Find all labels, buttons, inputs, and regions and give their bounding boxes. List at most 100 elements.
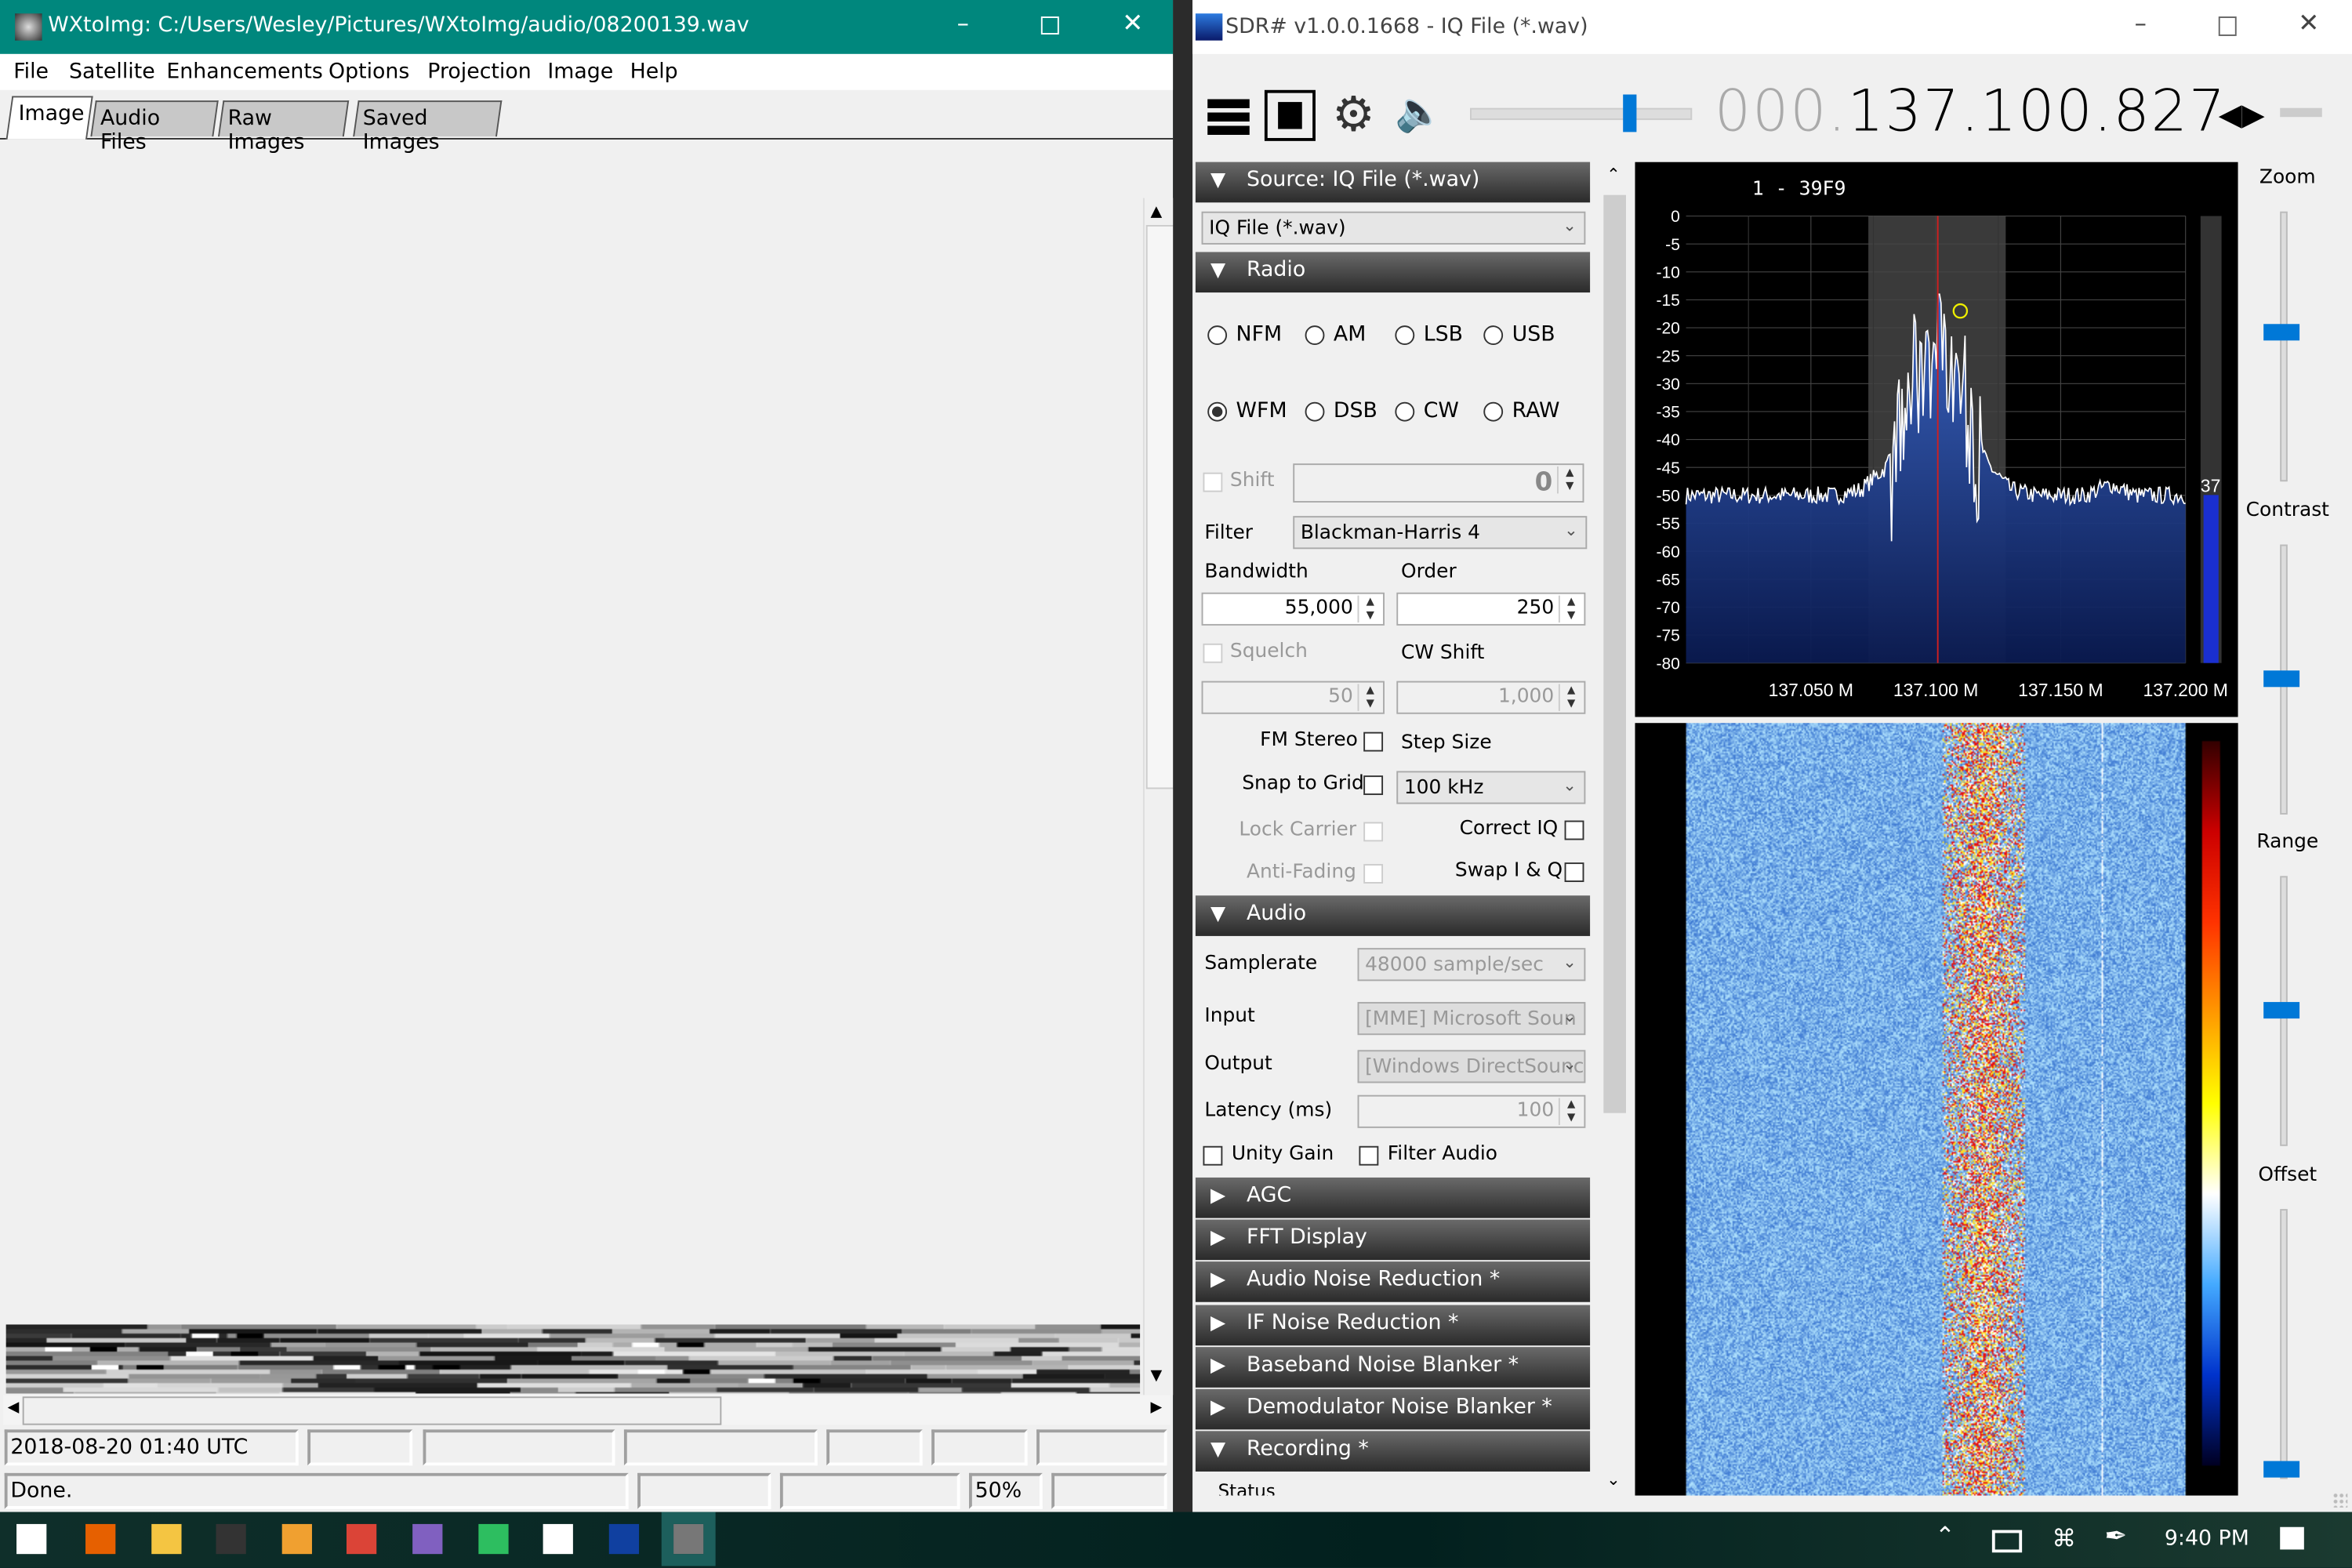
taskbar-clock[interactable]: 9:40 PM [2165, 1527, 2249, 1552]
scroll-up-arrow[interactable]: ⌃ [1606, 165, 1621, 184]
pen-icon[interactable]: ✒ [2104, 1521, 2127, 1552]
tray-overflow-chevron-icon[interactable]: ⌃ [1935, 1521, 1955, 1549]
tab-audio-files[interactable]: Audio Files [90, 100, 219, 154]
shift-input[interactable]: 0 ▲ ▼ [1293, 463, 1584, 503]
scroll-right-arrow[interactable]: ▶ [1151, 1399, 1163, 1416]
section-audio-noise-reduction[interactable]: ▶ Audio Noise Reduction * [1195, 1261, 1591, 1303]
scroll-down-arrow[interactable]: ▼ [1151, 1368, 1163, 1385]
section-fft-display[interactable]: ▶ FFT Display [1195, 1219, 1591, 1261]
menu-satellite[interactable]: Satellite [69, 60, 155, 85]
lock-carrier-checkbox[interactable] [1363, 822, 1384, 842]
wifi-icon[interactable]: ⌘ [2052, 1524, 2076, 1552]
scroll-left-arrow[interactable]: ◀ [8, 1399, 20, 1416]
mode-radio-dsb[interactable] [1305, 401, 1325, 422]
settings-gear-icon[interactable]: ⚙ [1332, 87, 1375, 141]
correct-iq-checkbox[interactable] [1564, 820, 1584, 840]
section-if-noise-reduction[interactable]: ▶ IF Noise Reduction * [1195, 1304, 1591, 1345]
panel-scrollbar[interactable]: ⌃ ⌄ [1602, 162, 1628, 1497]
firefox-icon[interactable] [85, 1523, 116, 1555]
zoom-slider-thumb[interactable] [2263, 324, 2300, 341]
hscroll-thumb[interactable] [22, 1396, 722, 1425]
wxtoimg-icon[interactable] [662, 1512, 717, 1566]
pidgin-icon[interactable] [412, 1523, 443, 1555]
app-f-icon[interactable] [281, 1523, 312, 1555]
section-recording[interactable]: ▼ Recording * [1195, 1431, 1591, 1472]
filter-select[interactable]: Blackman-Harris 4 ⌄ [1293, 516, 1588, 550]
minimize-button[interactable]: – [2135, 9, 2147, 37]
notification-center-icon[interactable] [2280, 1526, 2304, 1550]
stop-button[interactable] [1264, 89, 1316, 141]
spectrum-analyzer[interactable]: 0 -5 -10 -15 -20 -25 -30 -35 -40 -45 -50 -55 -60 -65 -… [1635, 162, 2238, 717]
sdr-titlebar[interactable]: SDR# v1.0.0.1668 - IQ File (*.wav) – ✕ [1192, 0, 2352, 54]
fm-stereo-checkbox[interactable] [1363, 731, 1384, 752]
resize-grip-icon[interactable] [2332, 1492, 2348, 1508]
menu-help[interactable]: Help [630, 60, 678, 85]
step-size-select[interactable]: 100 kHz ⌄ [1396, 771, 1586, 804]
terminal-icon[interactable] [216, 1523, 247, 1555]
menu-file[interactable]: File [13, 60, 49, 85]
vertical-scrollbar[interactable]: ▲ ▼ [1142, 198, 1175, 1396]
close-button[interactable]: ✕ [1122, 9, 1143, 38]
squelch-checkbox[interactable] [1203, 643, 1223, 663]
chrome-icon[interactable] [347, 1523, 377, 1555]
snap-to-grid-checkbox[interactable] [1363, 775, 1384, 796]
evernote-icon[interactable] [477, 1523, 508, 1555]
windows-start-icon[interactable] [16, 1523, 47, 1555]
section-radio[interactable]: ▼ Radio [1195, 252, 1591, 293]
wxtoimg-titlebar[interactable]: WXtoImg: C:/Users/Wesley/Pictures/WXtoIm… [0, 0, 1174, 54]
menu-options[interactable]: Options [328, 60, 409, 85]
volume-slider[interactable] [1470, 107, 1693, 121]
minimize-button[interactable]: – [957, 9, 969, 37]
sdrsharp-icon[interactable] [608, 1523, 639, 1555]
zoom-slider[interactable] [2280, 211, 2288, 482]
input-device-select[interactable]: [MME] Microsoft Soun ⌄ [1357, 1002, 1586, 1036]
close-button[interactable]: ✕ [2298, 9, 2319, 38]
shift-checkbox[interactable] [1203, 472, 1223, 492]
section-agc[interactable]: ▶ AGC [1195, 1177, 1591, 1218]
maximize-button[interactable] [2218, 16, 2237, 36]
photos-icon[interactable] [543, 1523, 574, 1555]
menu-image[interactable]: Image [547, 60, 613, 85]
horizontal-scrollbar[interactable]: ◀ ▶ [2, 1395, 1171, 1425]
scroll-thumb[interactable] [1603, 194, 1627, 1113]
section-audio[interactable]: ▼ Audio [1195, 895, 1591, 936]
output-device-select[interactable]: [Windows DirectSounc ⌄ [1357, 1050, 1586, 1083]
anti-fading-checkbox[interactable] [1363, 864, 1384, 884]
squelch-input[interactable]: 50 ▲ ▼ [1201, 681, 1385, 714]
mode-radio-cw[interactable] [1395, 401, 1415, 422]
mode-radio-usb[interactable] [1483, 325, 1504, 346]
offset-slider-thumb[interactable] [2263, 1460, 2300, 1477]
swap-iq-checkbox[interactable] [1564, 862, 1584, 883]
offset-slider[interactable] [2280, 1209, 2288, 1479]
mode-radio-lsb[interactable] [1395, 325, 1415, 346]
unity-gain-checkbox[interactable] [1203, 1145, 1223, 1166]
menu-hamburger-icon[interactable] [1207, 99, 1250, 136]
menu-enhancements[interactable]: Enhancements [166, 60, 322, 85]
source-select[interactable]: IQ File (*.wav) ⌄ [1201, 211, 1586, 245]
volume-slider-thumb[interactable] [1622, 94, 1636, 132]
tab-raw-images[interactable]: Raw Images [218, 100, 350, 154]
maximize-button[interactable] [1040, 16, 1059, 35]
section-source[interactable]: ▼ Source: IQ File (*.wav) [1195, 162, 1591, 203]
frequency-display[interactable]: 000.137.100.827 [1715, 78, 2227, 143]
scroll-down-arrow[interactable]: ⌄ [1606, 1470, 1621, 1490]
order-input[interactable]: 250 ▲ ▼ [1396, 592, 1586, 626]
battery-icon[interactable] [1991, 1530, 2023, 1553]
mode-radio-nfm[interactable] [1207, 325, 1228, 346]
mode-radio-wfm[interactable] [1207, 401, 1228, 422]
contrast-slider-thumb[interactable] [2263, 670, 2300, 688]
menu-projection[interactable]: Projection [427, 60, 531, 85]
mode-radio-raw[interactable] [1483, 401, 1504, 422]
file-explorer-icon[interactable] [151, 1523, 181, 1555]
section-demodulator-noise-blanker[interactable]: ▶ Demodulator Noise Blanker * [1195, 1388, 1591, 1430]
range-slider-thumb[interactable] [2263, 1002, 2300, 1019]
tuning-arrows-icon[interactable]: ◀▶ [2219, 96, 2265, 132]
speaker-icon[interactable]: 🔈 [1395, 90, 1443, 135]
samplerate-select[interactable]: 48000 sample/sec ⌄ [1357, 948, 1586, 982]
scroll-thumb[interactable] [1145, 224, 1175, 789]
cwshift-input[interactable]: 1,000 ▲ ▼ [1396, 681, 1586, 714]
mode-radio-am[interactable] [1305, 325, 1325, 346]
scroll-up-arrow[interactable]: ▲ [1151, 204, 1163, 220]
tab-image[interactable]: Image [5, 96, 93, 140]
tab-saved-images[interactable]: Saved Images [353, 100, 503, 154]
